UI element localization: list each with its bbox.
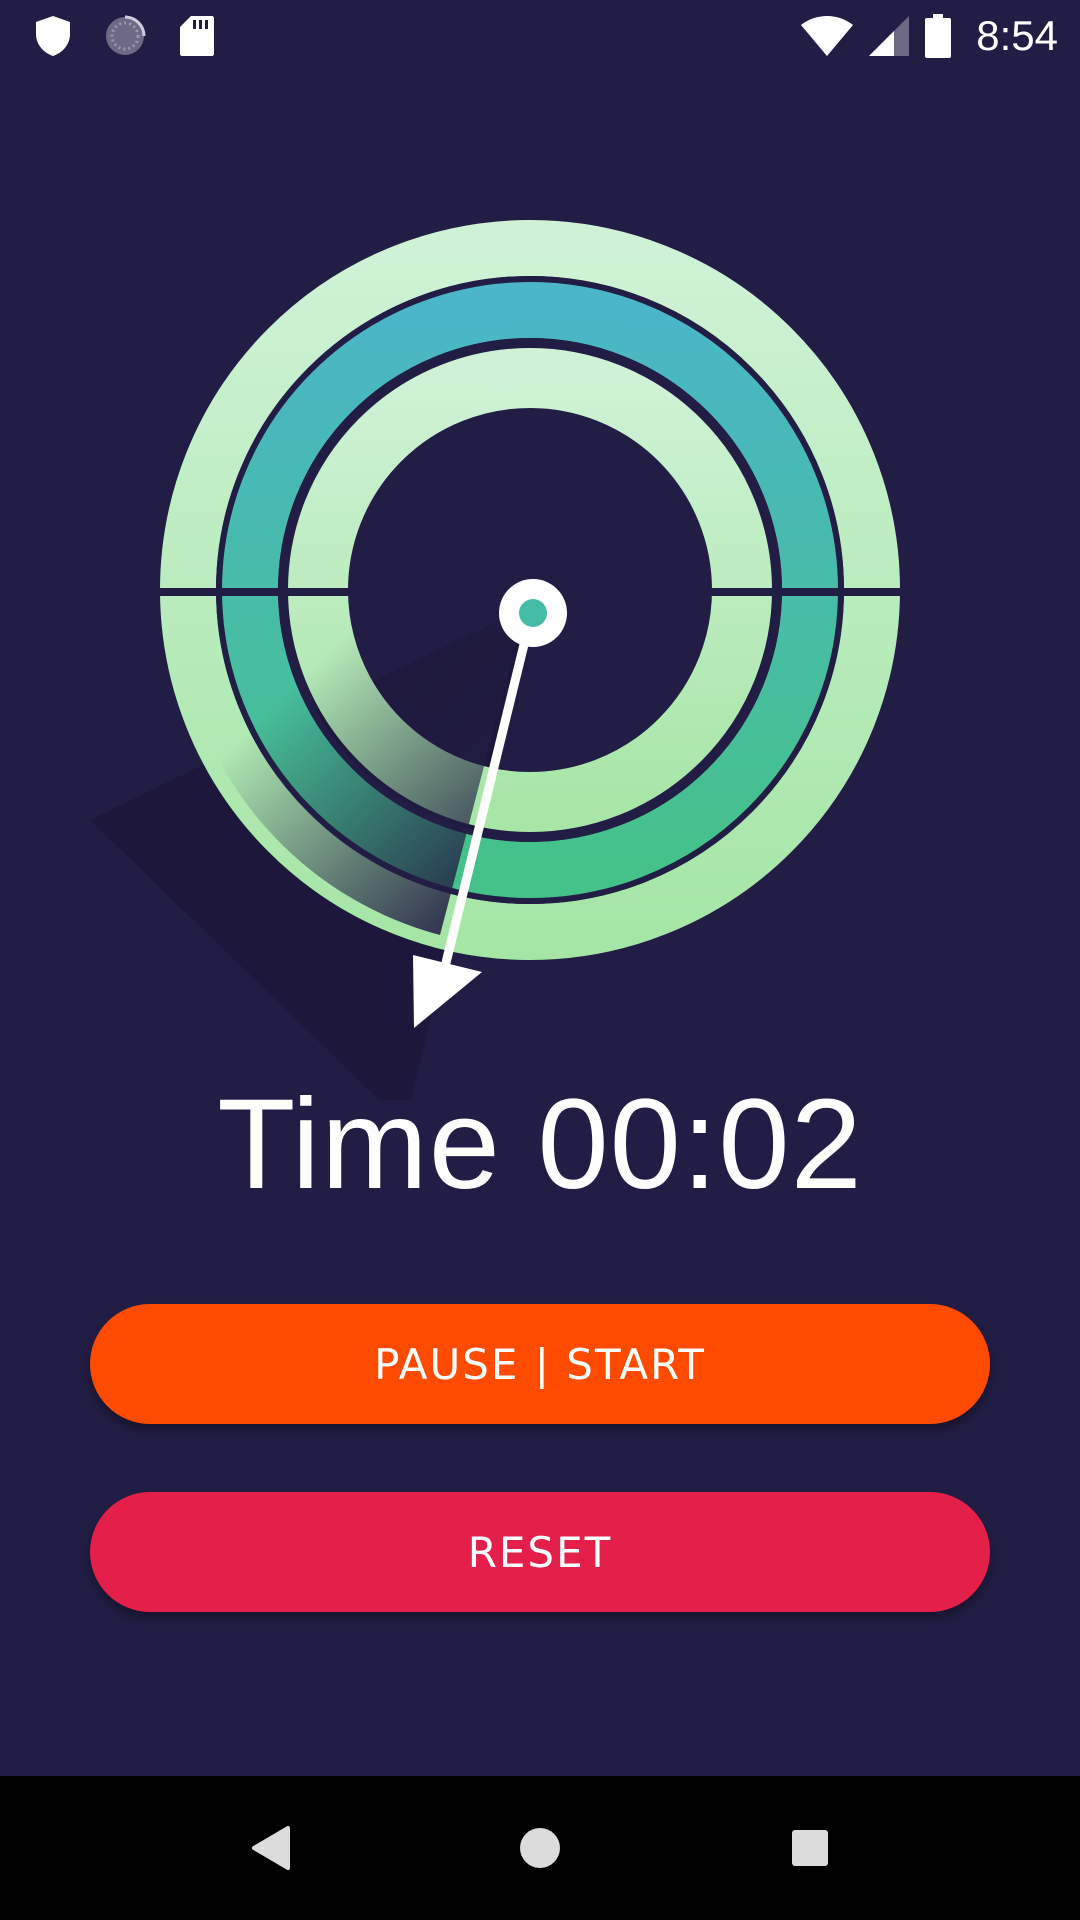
dial-hand-arrowhead bbox=[413, 955, 482, 1028]
back-button[interactable] bbox=[210, 1776, 330, 1920]
back-icon bbox=[252, 1826, 290, 1870]
home-button[interactable] bbox=[480, 1776, 600, 1920]
stopwatch-dial bbox=[90, 220, 918, 1100]
recents-button[interactable] bbox=[750, 1776, 870, 1920]
reset-button[interactable]: RESET bbox=[90, 1492, 990, 1612]
stopwatch-screen: 8:54 Time 00:02 PAUSE | START RESET bbox=[0, 0, 1080, 1920]
recents-icon bbox=[792, 1830, 828, 1866]
elapsed-time-label: Time 00:02 bbox=[217, 1073, 863, 1216]
navigation-bar bbox=[0, 1776, 1080, 1920]
home-icon bbox=[520, 1828, 560, 1868]
pause-start-button[interactable]: PAUSE | START bbox=[90, 1304, 990, 1424]
